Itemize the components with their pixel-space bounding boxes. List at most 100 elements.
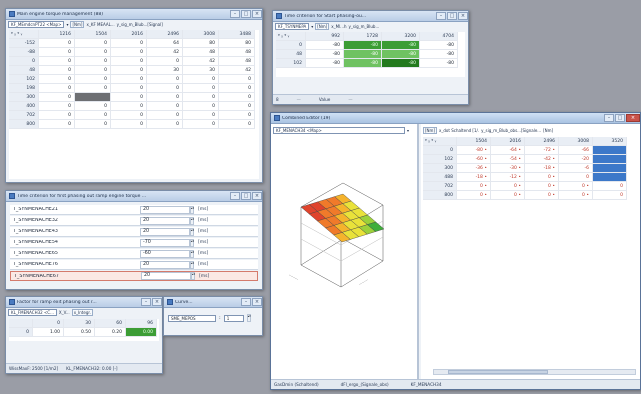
map-cell[interactable]: -66 (559, 146, 593, 155)
column-header[interactable]: 3200 (382, 32, 420, 41)
column-header[interactable]: 2496 (525, 137, 559, 146)
curve-cell[interactable]: 0.20 (95, 328, 126, 337)
map-cell[interactable]: 0 (593, 182, 627, 191)
map-cell[interactable]: 0 (111, 39, 147, 48)
map-cell[interactable] (593, 164, 627, 173)
map-cell[interactable]: 0 (147, 75, 183, 84)
map-cell[interactable]: 64 (147, 39, 183, 48)
close-button[interactable]: × (458, 12, 468, 20)
map-cell[interactable]: 0 (111, 48, 147, 57)
map-cell[interactable]: -80 (382, 41, 420, 50)
map-selector[interactable]: KF_MEmdcnPT22 <Map> (8, 21, 65, 28)
map-cell[interactable]: 0 (39, 39, 75, 48)
spin-arrows-icon[interactable]: ▴▾ (246, 314, 251, 322)
map-cell[interactable]: -80 (420, 50, 458, 59)
map-cell[interactable]: 0 • (491, 182, 525, 191)
map-cell[interactable]: 0 (183, 75, 219, 84)
map-cell[interactable]: 0 (147, 111, 183, 120)
map-cell[interactable]: -54 • (491, 155, 525, 164)
phasing-params-window[interactable]: Time criterion for first phasing out ram… (5, 190, 263, 290)
parameter-row[interactable]: T_SYNMENACHE21 20 ▴▾ [ms] (10, 205, 258, 215)
row-header[interactable]: 300 (423, 164, 457, 173)
column-header[interactable]: 1216 (39, 30, 75, 39)
parameter-row[interactable]: T_SYNMENACHE32 20 ▴▾ [ms] (10, 216, 258, 226)
ramp-curve-table[interactable]: 0 30 60 96 0 1.00 0.50 0.20 0.00 (9, 319, 159, 341)
map-cell[interactable]: 0 (147, 120, 183, 129)
map-cell[interactable]: 0 (219, 75, 255, 84)
map-cell[interactable]: -30 • (491, 164, 525, 173)
close-button[interactable]: × (626, 114, 640, 122)
map-cell[interactable]: 0 (39, 66, 75, 75)
map-cell[interactable]: 0 (39, 48, 75, 57)
map-cell[interactable]: 0 (39, 75, 75, 84)
map-cell[interactable]: -64 • (491, 146, 525, 155)
map-cell[interactable]: -80 (306, 50, 344, 59)
torque-map-window[interactable]: Main engine torque management (88) – □ ×… (5, 8, 263, 183)
map-cell[interactable]: 48 (219, 57, 255, 66)
column-header[interactable]: 1504 (457, 137, 491, 146)
row-header[interactable]: 102 (276, 59, 306, 68)
map-cell[interactable]: 0 (75, 102, 111, 111)
map-cell[interactable]: 0 (39, 57, 75, 66)
combined-editor-window[interactable]: Combined Editor (19) – □ × KF_MENACH34 <… (270, 112, 641, 390)
close-button[interactable]: × (252, 192, 262, 200)
map-cell[interactable]: 0 (147, 57, 183, 66)
column-header[interactable]: 2496 (147, 30, 183, 39)
column-header[interactable]: 2016 (491, 137, 525, 146)
column-header[interactable]: 96 (126, 319, 157, 328)
scrollbar-thumb[interactable] (448, 370, 548, 374)
map-cell[interactable]: 0 (559, 173, 593, 182)
maximize-button[interactable]: □ (447, 12, 457, 20)
title-bar[interactable]: Time criterion for first phasing out ram… (6, 191, 262, 202)
column-header[interactable]: 60 (95, 319, 126, 328)
close-button[interactable]: × (252, 10, 262, 18)
map-cell[interactable]: 0 (111, 66, 147, 75)
map-cell[interactable]: 30 (147, 66, 183, 75)
minimize-button[interactable]: – (241, 298, 251, 306)
map-cell[interactable]: 0 (183, 84, 219, 93)
map-cell[interactable]: 0 (147, 93, 183, 102)
map-cell[interactable] (593, 146, 627, 155)
map-cell[interactable]: 0 (219, 93, 255, 102)
map-cell[interactable]: 0 (219, 102, 255, 111)
map-cell[interactable]: -80 (344, 59, 382, 68)
map-cell[interactable]: 80 (183, 39, 219, 48)
close-button[interactable]: × (152, 298, 162, 306)
map-cell[interactable]: -6 (559, 164, 593, 173)
row-header[interactable]: 488 (423, 173, 457, 182)
map-cell[interactable]: 0 (75, 75, 111, 84)
parameter-row[interactable]: T_SYNMENACHE76 20 ▴▾ [ms] (10, 260, 258, 270)
map-cell[interactable]: 0 (111, 75, 147, 84)
map-cell[interactable]: 0 (111, 120, 147, 129)
row-header[interactable]: -88 (9, 48, 39, 57)
parameter-row[interactable]: T_SYNMENACHE65 -60 ▴▾ [ms] (10, 249, 258, 259)
row-header[interactable]: 48 (276, 50, 306, 59)
curve-cell[interactable]: 0.00 (126, 328, 157, 337)
map-cell[interactable]: 0 (75, 48, 111, 57)
map-cell[interactable]: 0 • (525, 191, 559, 200)
surface-3d-plot[interactable]: ……… ……… (271, 135, 415, 365)
integrate-button[interactable]: x_Integr. (71, 309, 93, 316)
map-cell[interactable]: -12 • (491, 173, 525, 182)
row-header[interactable]: 800 (423, 191, 457, 200)
column-header[interactable]: 4704 (420, 32, 458, 41)
row-header[interactable]: 702 (9, 111, 39, 120)
column-header[interactable]: 3520 (593, 137, 627, 146)
map-cell[interactable]: 0 (111, 57, 147, 66)
combined-map-table[interactable]: ᵠ ᵪ ᵠ ᵧ 1504 2016 2496 3008 3520 0 -80 • -64 • -7… (423, 137, 638, 212)
dropdown-arrow-icon[interactable]: ▾ (311, 24, 313, 29)
dropdown-arrow-icon[interactable]: ▾ (66, 22, 68, 27)
ramp-factor-window[interactable]: Factor for ramp exit phasing out r... – … (5, 296, 163, 374)
map-cell[interactable]: 0 (39, 84, 75, 93)
start-map-table[interactable]: ᵠ ᵪ ᵠ ᵧ 992 1728 3200 4704 0 -80 -80 -80 -80 48 -80… (276, 32, 465, 77)
parameter-value-field[interactable]: -70 (140, 238, 190, 247)
map-cell[interactable]: 0 (75, 120, 111, 129)
curve-field-value[interactable]: 1 (223, 314, 244, 322)
map-cell[interactable] (75, 93, 111, 102)
map-cell[interactable]: 0 (39, 111, 75, 120)
horizontal-scrollbar[interactable] (433, 369, 636, 375)
column-header[interactable]: 3008 (183, 30, 219, 39)
map-cell[interactable]: 0 (183, 111, 219, 120)
start-criterion-window[interactable]: Time criterion for Start phasing-ou... –… (272, 10, 469, 105)
map-cell[interactable]: -80 (420, 59, 458, 68)
